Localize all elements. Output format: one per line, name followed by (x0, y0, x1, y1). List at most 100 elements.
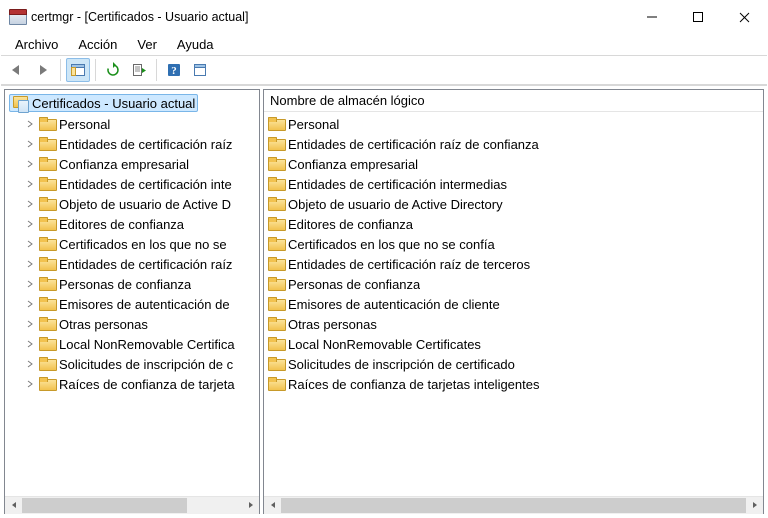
tree-item-label: Solicitudes de inscripción de c (59, 357, 233, 372)
list-item-label: Entidades de certificación intermedias (288, 177, 507, 192)
expander-icon[interactable] (25, 318, 37, 330)
folder-icon (39, 217, 55, 231)
tree-item[interactable]: Editores de confianza (5, 214, 259, 234)
folder-icon (268, 317, 284, 331)
tree-item[interactable]: Entidades de certificación inte (5, 174, 259, 194)
properties-icon (192, 62, 208, 78)
list-item[interactable]: Emisores de autenticación de cliente (264, 294, 763, 314)
refresh-button[interactable] (101, 58, 125, 82)
tree-item[interactable]: Solicitudes de inscripción de c (5, 354, 259, 374)
tree-item[interactable]: Entidades de certificación raíz (5, 134, 259, 154)
list-item[interactable]: Otras personas (264, 314, 763, 334)
refresh-icon (105, 62, 121, 78)
back-button[interactable] (5, 58, 29, 82)
expander-icon[interactable] (25, 158, 37, 170)
scroll-left-button[interactable] (5, 497, 22, 514)
tree-item[interactable]: Personal (5, 114, 259, 134)
menu-archivo[interactable]: Archivo (7, 35, 66, 54)
tree-item[interactable]: Personas de confianza (5, 274, 259, 294)
tree-item[interactable]: Emisores de autenticación de (5, 294, 259, 314)
folder-icon (268, 337, 284, 351)
list-item[interactable]: Entidades de certificación intermedias (264, 174, 763, 194)
folder-icon (39, 357, 55, 371)
expander-icon[interactable] (25, 238, 37, 250)
expander-icon[interactable] (25, 338, 37, 350)
list-item[interactable]: Personal (264, 114, 763, 134)
help-button[interactable]: ? (162, 58, 186, 82)
tree-item[interactable]: Objeto de usuario de Active D (5, 194, 259, 214)
window-title: certmgr - [Certificados - Usuario actual… (31, 10, 248, 24)
tree-item-label: Personal (59, 117, 110, 132)
tree-horizontal-scrollbar[interactable] (5, 496, 259, 513)
forward-button[interactable] (31, 58, 55, 82)
list-item[interactable]: Local NonRemovable Certificates (264, 334, 763, 354)
tree-item-label: Entidades de certificación raíz (59, 257, 232, 272)
list-item[interactable]: Certificados en los que no se confía (264, 234, 763, 254)
expander-icon[interactable] (25, 178, 37, 190)
maximize-button[interactable] (675, 1, 721, 33)
scroll-right-button[interactable] (242, 497, 259, 514)
list-item[interactable]: Objeto de usuario de Active Directory (264, 194, 763, 214)
close-button[interactable] (721, 1, 767, 33)
app-icon (9, 9, 25, 25)
expander-icon[interactable] (25, 218, 37, 230)
menu-ayuda[interactable]: Ayuda (169, 35, 222, 54)
tree-item[interactable]: Raíces de confianza de tarjeta (5, 374, 259, 394)
menu-accion[interactable]: Acción (70, 35, 125, 54)
scroll-track[interactable] (22, 497, 242, 514)
expander-icon[interactable] (25, 138, 37, 150)
menu-ver[interactable]: Ver (129, 35, 165, 54)
expander-icon[interactable] (25, 198, 37, 210)
folder-icon (39, 177, 55, 191)
list-item-label: Personas de confianza (288, 277, 420, 292)
column-header[interactable]: Nombre de almacén lógico (264, 90, 763, 112)
tree-item-label: Otras personas (59, 317, 148, 332)
list-item[interactable]: Solicitudes de inscripción de certificad… (264, 354, 763, 374)
list-item-label: Entidades de certificación raíz de terce… (288, 257, 530, 272)
scroll-thumb[interactable] (22, 498, 187, 513)
scroll-right-button[interactable] (746, 497, 763, 514)
export-icon (131, 62, 147, 78)
export-list-button[interactable] (127, 58, 151, 82)
folder-icon (39, 297, 55, 311)
show-hide-tree-button[interactable] (66, 58, 90, 82)
folder-icon (39, 337, 55, 351)
list-horizontal-scrollbar[interactable] (264, 496, 763, 513)
scroll-thumb[interactable] (281, 498, 746, 513)
arrow-right-icon (35, 63, 51, 77)
tree-root[interactable]: Certificados - Usuario actual (5, 92, 259, 114)
list-item[interactable]: Confianza empresarial (264, 154, 763, 174)
list-item[interactable]: Raíces de confianza de tarjetas intelige… (264, 374, 763, 394)
tree-item[interactable]: Certificados en los que no se (5, 234, 259, 254)
expander-icon[interactable] (25, 298, 37, 310)
tree-item-label: Emisores de autenticación de (59, 297, 230, 312)
properties-button[interactable] (188, 58, 212, 82)
tree-item-label: Objeto de usuario de Active D (59, 197, 231, 212)
list-item[interactable]: Editores de confianza (264, 214, 763, 234)
folder-icon (39, 317, 55, 331)
toolbar-separator (156, 59, 157, 81)
minimize-button[interactable] (629, 1, 675, 33)
tree-item[interactable]: Local NonRemovable Certifica (5, 334, 259, 354)
list-item[interactable]: Entidades de certificación raíz de terce… (264, 254, 763, 274)
tree-body[interactable]: Certificados - Usuario actual Personal En… (5, 90, 259, 496)
tree-item[interactable]: Confianza empresarial (5, 154, 259, 174)
expander-icon[interactable] (25, 358, 37, 370)
tree-item-label: Editores de confianza (59, 217, 184, 232)
expander-icon[interactable] (25, 278, 37, 290)
scroll-track[interactable] (281, 497, 746, 514)
tree-item-label: Raíces de confianza de tarjeta (59, 377, 235, 392)
folder-icon (268, 137, 284, 151)
expander-icon[interactable] (25, 258, 37, 270)
titlebar: certmgr - [Certificados - Usuario actual… (1, 1, 767, 33)
expander-icon[interactable] (25, 118, 37, 130)
tree-item[interactable]: Otras personas (5, 314, 259, 334)
list-body[interactable]: PersonalEntidades de certificación raíz … (264, 112, 763, 496)
list-item[interactable]: Entidades de certificación raíz de confi… (264, 134, 763, 154)
expander-icon[interactable] (25, 378, 37, 390)
list-item[interactable]: Personas de confianza (264, 274, 763, 294)
folder-icon (268, 277, 284, 291)
tree-item[interactable]: Entidades de certificación raíz (5, 254, 259, 274)
scroll-left-button[interactable] (264, 497, 281, 514)
folder-icon (268, 117, 284, 131)
